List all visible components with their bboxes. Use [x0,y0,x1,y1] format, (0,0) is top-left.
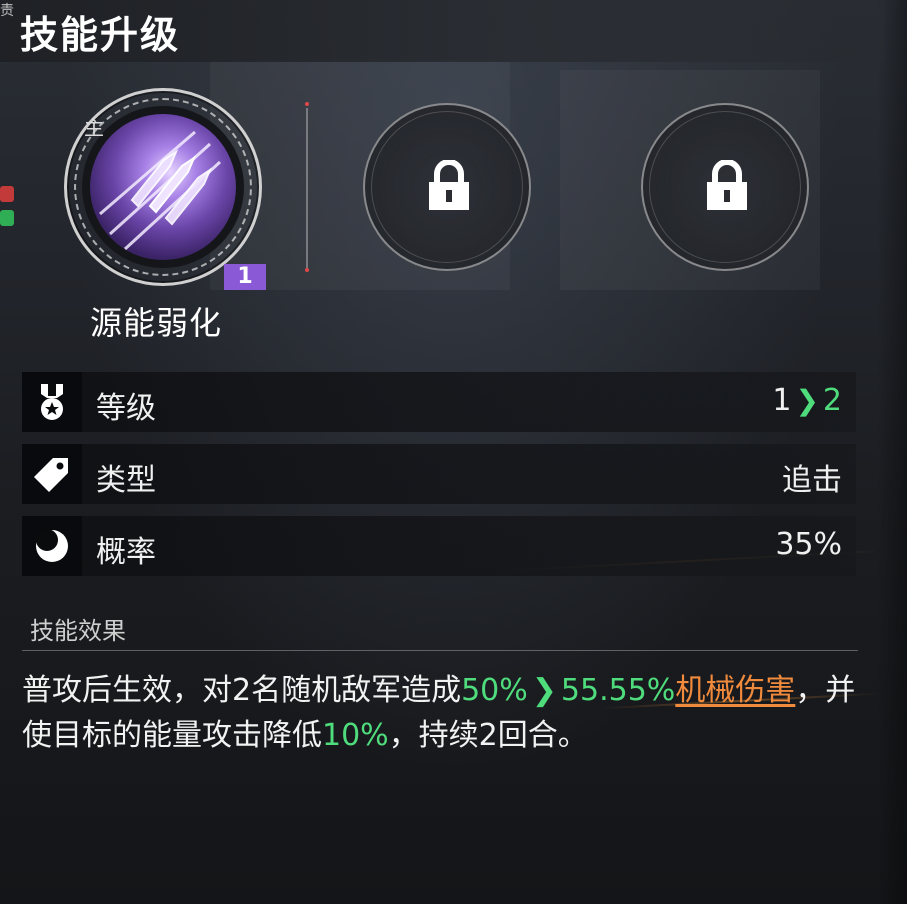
effect-text-3: ，持续2回合。 [388,718,588,753]
page-title: 技能升级 [20,13,181,57]
background-light-green [0,210,14,226]
main-skill-tag: 主 [84,116,104,140]
stat-row-type: 类型 追击 [22,444,856,504]
skill-divider [306,108,308,268]
skill-name: 源能弱化 [90,304,223,342]
header-bar: 责 技能升级 [0,0,885,62]
damage-to: 55.55% [560,673,676,708]
effect-heading: 技能效果 [30,617,126,645]
damage-from: 50% [461,673,528,708]
effect-divider [22,650,858,651]
background-light-red [0,186,14,202]
skill-level-badge: 1 [224,264,266,290]
stat-row-level: 等级 1 ❯ 2 [22,372,856,432]
stat-label: 等级 [96,391,156,426]
skill-slot-locked-2[interactable] [641,103,809,271]
upgrade-arrow-icon: ❯ [531,673,557,708]
stat-label: 概率 [96,535,156,570]
stat-value-type: 追击 [782,463,842,498]
level-to: 2 [822,383,842,418]
lock-icon [707,160,747,210]
crescent-moon-icon [36,529,68,562]
divider-dot-bottom [305,268,309,272]
medal-icon [41,384,63,420]
damage-type-link[interactable]: 机械伤害 [675,673,795,708]
tag-icon [34,458,68,492]
upgrade-arrow-icon: ❯ [795,384,819,417]
header-corner-glyph: 责 [0,3,14,19]
stat-value-chance: 35% [775,527,842,562]
stat-label: 类型 [96,463,156,498]
stat-icon-box [22,516,82,576]
bullet-volley-icon [90,114,236,260]
stat-icon-box [22,372,82,432]
background-edge [877,0,907,904]
level-from: 1 [772,383,792,418]
stat-value-level: 1 ❯ 2 [772,383,842,418]
divider-dot-top [305,102,309,106]
skill-slot-locked-1[interactable] [363,103,531,271]
reduce-value: 10% [322,718,389,753]
lock-icon [429,160,469,210]
effect-description: 普攻后生效，对2名随机敌军造成50% ❯ 55.55%机械伤害，并使目标的能量攻击降… [22,668,858,758]
effect-text-1: 普攻后生效，对2名随机敌军造成 [22,673,462,708]
stat-row-chance: 概率 35% [22,516,856,576]
stat-icon-box [22,444,82,504]
